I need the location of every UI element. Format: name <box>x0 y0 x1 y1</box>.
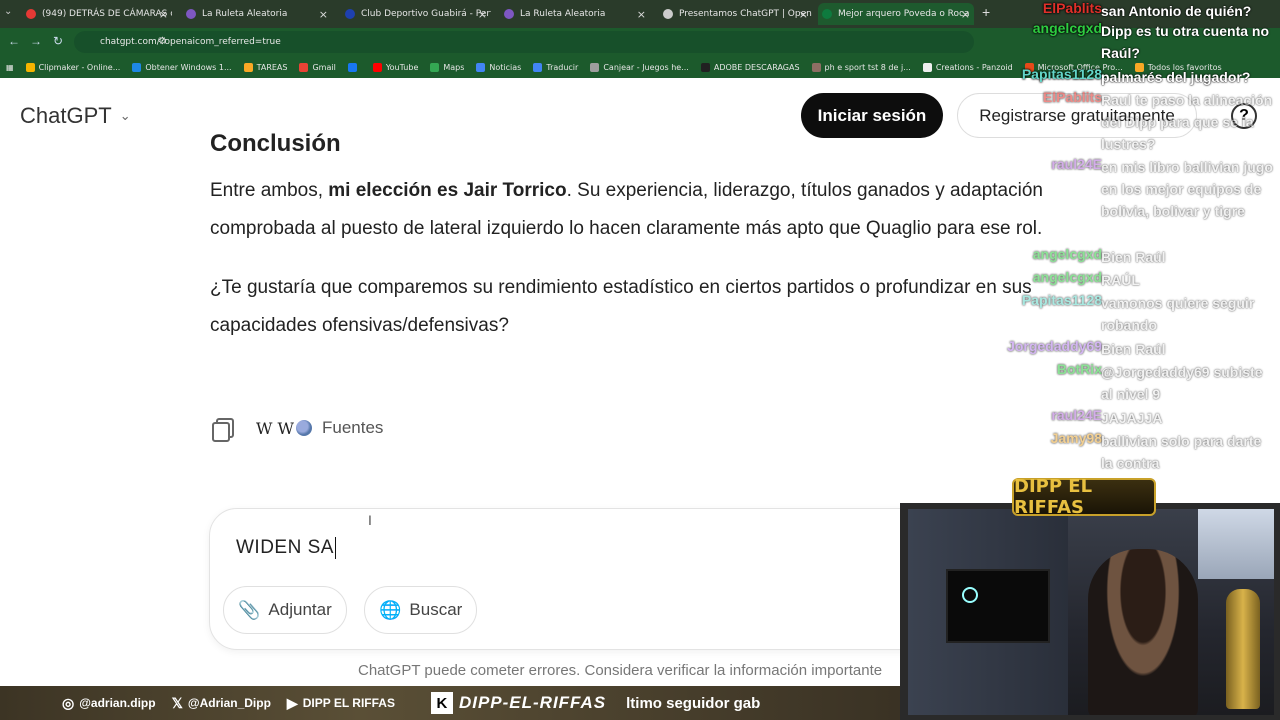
ticker-instagram: ◎ @adrian.dipp <box>62 694 156 711</box>
tab-youtube[interactable]: (949) DETRÁS DE CÁMARAS co × <box>22 3 172 25</box>
webcam-feed <box>908 509 1274 715</box>
bookmark-icon <box>25 62 35 72</box>
tab-search-chevron-icon[interactable]: ⌄ <box>4 6 12 17</box>
translate-icon <box>533 62 543 72</box>
bookmark-maps[interactable]: Maps <box>430 62 464 72</box>
bookmark-canjear[interactable]: Canjear - Juegos he... <box>590 62 689 72</box>
copy-icon[interactable] <box>210 416 234 442</box>
answer-heading: Conclusión <box>210 130 341 152</box>
bookmark-icon <box>590 62 600 72</box>
close-tab-icon[interactable]: × <box>637 8 646 21</box>
answer-paragraph-1: Entre ambos, mi elección es Jair Torrico… <box>210 180 1043 239</box>
close-tab-icon[interactable]: × <box>319 8 328 21</box>
new-tab-button[interactable]: + <box>982 4 990 20</box>
streamer <box>1088 549 1198 715</box>
prompt-input[interactable]: WIDEN SA <box>236 537 336 559</box>
login-button[interactable]: Iniciar sesión <box>801 93 943 138</box>
bookmark-windows[interactable]: Obtener Windows 1... <box>132 62 232 72</box>
guabira-favicon-icon <box>345 9 355 19</box>
close-tab-icon[interactable]: × <box>478 8 487 21</box>
ticker-twitter: 𝕏 @Adrian_Dipp <box>171 694 271 711</box>
background-monitor <box>946 569 1050 643</box>
apps-grid-icon[interactable]: ▦ <box>6 63 14 72</box>
framed-jersey <box>1198 509 1274 579</box>
tab-ruleta[interactable]: La Ruleta Aleatoria × <box>182 3 332 25</box>
sources-button[interactable]: W W Fuentes <box>256 418 383 438</box>
answer-paragraph-2: ¿Te gustaría que comparemos su rendimien… <box>210 277 1032 336</box>
close-tab-icon[interactable]: × <box>799 8 808 21</box>
x-twitter-icon: 𝕏 <box>171 694 183 711</box>
close-tab-icon[interactable]: × <box>159 8 168 21</box>
tab-openai[interactable]: Presentamos ChatGPT | OpenAI × <box>659 3 812 25</box>
facebook-icon <box>347 62 357 72</box>
instagram-icon: ◎ <box>62 694 75 711</box>
ibeam-cursor-icon: I <box>368 512 372 528</box>
bookmark-noticias[interactable]: Noticias <box>476 62 521 72</box>
bookmark-clipmaker[interactable]: Clipmaker - Online... <box>25 62 120 72</box>
assistant-message: Entre ambos, mi elección es Jair Torrico… <box>210 172 1070 366</box>
folder-icon <box>243 62 253 72</box>
paperclip-icon: 📎 <box>238 599 261 620</box>
openai-favicon-icon <box>663 9 673 19</box>
attach-button[interactable]: 📎 Adjuntar <box>223 586 347 634</box>
back-arrow-icon[interactable]: ← <box>8 34 20 48</box>
gmail-icon <box>299 62 309 72</box>
kick-icon: K <box>430 692 453 714</box>
bookmark-tareas[interactable]: TAREAS <box>243 62 287 72</box>
youtube-icon <box>372 62 382 72</box>
webcam-badge: DIPP EL RIFFAS <box>1012 476 1156 518</box>
chatgpt-favicon-icon <box>822 9 832 19</box>
search-button[interactable]: 🌐 Buscar <box>364 586 478 634</box>
trophy <box>1226 589 1260 709</box>
ruleta-favicon-icon <box>186 9 196 19</box>
stream-ticker: ◎ @adrian.dipp 𝕏 @Adrian_Dipp ▶ DIPP EL RIF… <box>0 686 900 720</box>
bookmark-traducir[interactable]: Traducir <box>533 62 578 72</box>
ticker-kick-name: DIPP-EL-RIFFAS <box>458 693 607 712</box>
close-tab-icon[interactable]: × <box>961 8 970 21</box>
news-icon <box>476 62 486 72</box>
ticker-youtube: ▶ DIPP EL RIFFAS <box>286 694 395 711</box>
ticker-message: ltimo seguidor gab <box>626 694 761 712</box>
wikipedia-icon: W W <box>256 418 294 438</box>
tab-guabira[interactable]: Club Deportivo Guabirá - Perfil × <box>341 3 491 25</box>
disclaimer-text: ChatGPT puede cometer errores. Considera… <box>358 662 883 679</box>
bookmark-icon <box>700 62 710 72</box>
site-info-icon[interactable]: ⚙ <box>158 36 167 47</box>
reload-icon[interactable]: ↻ <box>53 34 63 48</box>
globe-icon <box>295 420 312 436</box>
bookmark-icon <box>811 62 821 72</box>
ring-light <box>962 587 978 603</box>
bookmark-esport[interactable]: ph e sport tst 8 de j... <box>811 62 911 72</box>
url-field[interactable]: ⚙ chatgpt.com/?openaicom_referred=true <box>74 31 974 53</box>
text-caret <box>334 537 336 559</box>
bookmark-icon <box>922 62 932 72</box>
bookmark-adobe[interactable]: ADOBE DESCARAGAS <box>700 62 800 72</box>
bookmark-facebook[interactable] <box>347 62 361 72</box>
maps-icon <box>430 62 440 72</box>
message-actions: W W Fuentes <box>210 416 383 442</box>
bookmark-gmail[interactable]: Gmail <box>299 62 336 72</box>
globe-icon: 🌐 <box>379 599 402 620</box>
tab-chatgpt-active[interactable]: Mejor arquero Poveda o Roca × <box>818 3 974 25</box>
bookmark-icon <box>132 62 142 72</box>
ruleta-favicon-icon <box>504 9 514 19</box>
bookmark-youtube[interactable]: YouTube <box>372 62 418 72</box>
model-selector[interactable]: ChatGPT ⌄ <box>20 103 131 129</box>
youtube-icon: ▶ <box>286 694 298 711</box>
chevron-down-icon: ⌄ <box>119 108 131 123</box>
tab-ruleta-2[interactable]: La Ruleta Aleatoria × <box>500 3 650 25</box>
prompt-composer[interactable]: WIDEN SA 📎 Adjuntar 🌐 Buscar <box>209 508 951 650</box>
forward-arrow-icon[interactable]: → <box>30 34 42 48</box>
youtube-favicon-icon <box>26 9 36 19</box>
bookmark-panzoid[interactable]: Creations - Panzoid <box>922 62 1013 72</box>
